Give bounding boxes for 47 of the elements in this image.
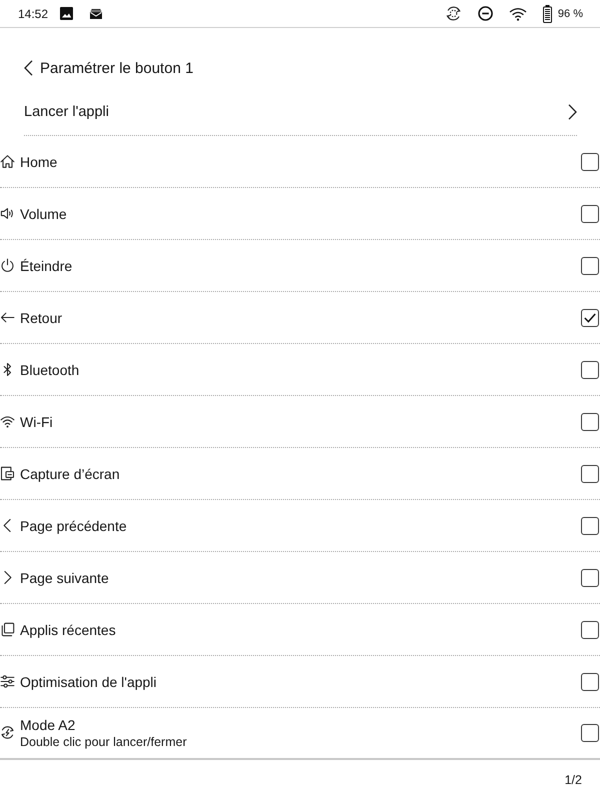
power-icon — [0, 258, 15, 272]
status-time: 14:52 — [18, 6, 48, 20]
battery-icon — [542, 4, 552, 22]
sync-icon — [444, 5, 462, 22]
option-label: Home — [20, 154, 58, 170]
checkbox[interactable] — [581, 464, 599, 482]
checkmark-icon — [584, 312, 596, 322]
option-label: Page précédente — [20, 518, 127, 534]
chevron-right-icon[interactable] — [568, 104, 577, 120]
image-icon — [60, 7, 74, 20]
option-label: Optimisation de l'appli — [20, 674, 157, 690]
phone-frame-icon — [0, 466, 15, 480]
wifi-icon — [0, 414, 15, 428]
envelope-stack-icon — [90, 8, 102, 18]
checkbox[interactable] — [581, 568, 599, 586]
minus-circle-icon — [478, 6, 493, 21]
option-label: Applis récentes — [20, 622, 116, 638]
stacked-squares-icon — [0, 622, 15, 636]
battery-percentage: 96 % — [558, 8, 583, 20]
speaker-icon — [0, 206, 15, 220]
home-icon — [0, 154, 15, 168]
option-label: Capture d’écran — [20, 466, 120, 482]
option-label: Bluetooth — [20, 362, 80, 378]
option-description: Double clic pour lancer/fermer — [20, 735, 187, 749]
checkbox[interactable] — [581, 672, 599, 690]
checkbox[interactable] — [581, 724, 599, 742]
option-label: Éteindre — [20, 258, 72, 274]
checkbox[interactable] — [581, 516, 599, 534]
checkbox[interactable] — [581, 620, 599, 638]
option-label: Wi-Fi — [20, 414, 53, 430]
option-label: Mode A2 — [20, 717, 76, 733]
checkbox[interactable] — [581, 360, 599, 378]
arrow-left-icon — [0, 310, 15, 324]
checkbox[interactable] — [581, 204, 599, 222]
refresh-bolt-icon — [0, 725, 15, 740]
checkbox[interactable] — [581, 152, 599, 170]
launch-app-label[interactable]: Lancer l'appli — [24, 104, 109, 120]
checkbox[interactable] — [581, 308, 599, 326]
wifi-icon — [508, 6, 527, 20]
option-label: Retour — [20, 310, 62, 326]
option-label: Page suivante — [20, 570, 109, 586]
page-indicator: 1/2 — [564, 773, 582, 787]
page-title: Paramétrer le bouton 1 — [40, 60, 194, 76]
checkbox[interactable] — [581, 256, 599, 274]
back-icon[interactable] — [24, 60, 33, 76]
option-label: Volume — [20, 206, 67, 222]
checkbox[interactable] — [581, 412, 599, 430]
